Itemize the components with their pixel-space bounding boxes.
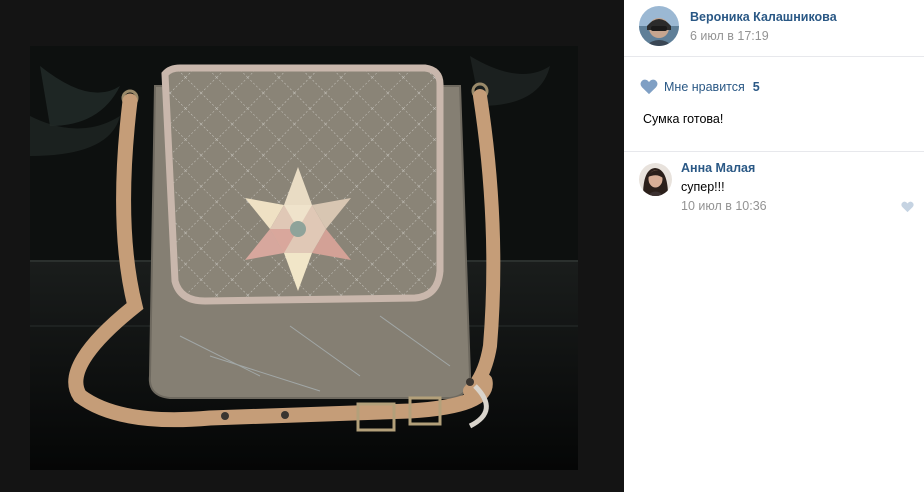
like-label: Мне нравится [664,80,745,94]
author-avatar[interactable] [639,6,679,46]
photo-viewer: Вероника Калашникова 6 июл в 17:19 Мне н… [0,0,924,492]
author-name[interactable]: Вероника Калашникова [690,10,837,24]
comment-author[interactable]: Анна Малая [681,161,755,175]
comment-avatar[interactable] [639,163,672,196]
photo-pane [0,0,624,492]
comment-like-heart-icon[interactable] [901,201,914,213]
post-caption: Сумка готова! [643,112,724,126]
divider [624,151,924,152]
comment-text: супер!!! [681,180,725,194]
post-author-header: Вероника Калашникова 6 июл в 17:19 [624,0,924,57]
photo[interactable] [30,46,578,470]
bag-photo-illustration [30,46,578,470]
like-count[interactable]: 5 [753,80,760,94]
like-button[interactable]: Мне нравится 5 [640,78,760,96]
heart-icon [640,79,658,95]
post-date[interactable]: 6 июл в 17:19 [690,29,769,43]
comment-date[interactable]: 10 июл в 10:36 [681,199,767,213]
post-sidebar: Вероника Калашникова 6 июл в 17:19 Мне н… [624,0,924,492]
